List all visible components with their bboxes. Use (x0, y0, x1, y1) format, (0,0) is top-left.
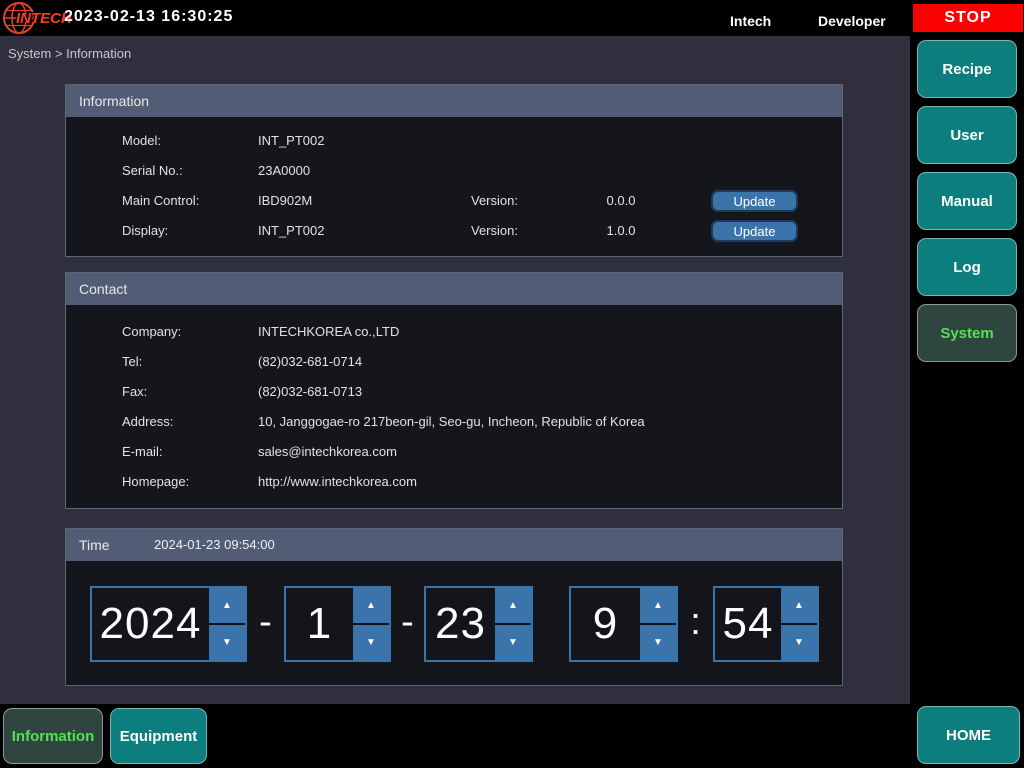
sidebar-item-user[interactable]: User (917, 106, 1017, 164)
hour-up-button[interactable]: ▲ (640, 588, 676, 625)
date-separator: - (247, 586, 284, 662)
tel-label: Tel: (122, 352, 142, 372)
model-value: INT_PT002 (258, 131, 324, 151)
stop-button[interactable]: STOP (913, 4, 1023, 32)
down-arrow-icon: ▼ (366, 637, 376, 648)
display-version-value: 1.0.0 (576, 221, 666, 241)
email-value: sales@intechkorea.com (258, 442, 397, 462)
time-panel-title: Time (79, 537, 110, 553)
up-arrow-icon: ▲ (794, 600, 804, 611)
tab-equipment[interactable]: Equipment (110, 708, 207, 764)
up-arrow-icon: ▲ (653, 600, 663, 611)
up-arrow-icon: ▲ (508, 600, 518, 611)
main-content: System > Information Information Model: … (0, 36, 910, 704)
month-value[interactable]: 1 (286, 588, 353, 660)
up-arrow-icon: ▲ (366, 600, 376, 611)
intech-logo: INTECH (2, 1, 62, 35)
email-label: E-mail: (122, 442, 162, 462)
time-panel: Time 2024-01-23 09:54:00 2024 ▲ ▼ - 1 ▲ … (65, 528, 843, 686)
homepage-value: http://www.intechkorea.com (258, 472, 417, 492)
information-panel-title: Information (79, 93, 149, 109)
tel-value: (82)032-681-0714 (258, 352, 362, 372)
serial-value: 23A0000 (258, 161, 310, 181)
sidebar-item-manual[interactable]: Manual (917, 172, 1017, 230)
month-down-button[interactable]: ▼ (353, 625, 389, 660)
sidebar-item-log[interactable]: Log (917, 238, 1017, 296)
display-value: INT_PT002 (258, 221, 324, 241)
down-arrow-icon: ▼ (653, 637, 663, 648)
month-up-button[interactable]: ▲ (353, 588, 389, 625)
user-name-label: Intech (730, 13, 771, 29)
information-panel: Information Model: INT_PT002 Serial No.:… (65, 84, 843, 257)
address-value: 10, Janggogae-ro 217beon-gil, Seo-gu, In… (258, 412, 645, 432)
fax-value: (82)032-681-0713 (258, 382, 362, 402)
down-arrow-icon: ▼ (794, 637, 804, 648)
month-spinner-buttons: ▲ ▼ (353, 588, 389, 660)
sidebar-item-recipe[interactable]: Recipe (917, 40, 1017, 98)
minute-value[interactable]: 54 (715, 588, 781, 660)
day-up-button[interactable]: ▲ (495, 588, 531, 625)
user-role-label: Developer (818, 13, 886, 29)
year-up-button[interactable]: ▲ (209, 588, 245, 625)
month-spinner: 1 ▲ ▼ (284, 586, 391, 662)
serial-label: Serial No.: (122, 161, 183, 181)
hour-down-button[interactable]: ▼ (640, 625, 676, 660)
company-label: Company: (122, 322, 181, 342)
down-arrow-icon: ▼ (222, 637, 232, 648)
up-arrow-icon: ▲ (222, 600, 232, 611)
main-control-label: Main Control: (122, 191, 199, 211)
minute-spinner-buttons: ▲ ▼ (781, 588, 817, 660)
hour-spinner: 9 ▲ ▼ (569, 586, 678, 662)
minute-down-button[interactable]: ▼ (781, 625, 817, 660)
day-spinner-buttons: ▲ ▼ (495, 588, 531, 660)
homepage-label: Homepage: (122, 472, 189, 492)
contact-panel: Contact Company: INTECHKOREA co.,LTD Tel… (65, 272, 843, 509)
time-separator: : (678, 586, 713, 662)
minute-spinner: 54 ▲ ▼ (713, 586, 819, 662)
day-spinner: 23 ▲ ▼ (424, 586, 533, 662)
main-control-value: IBD902M (258, 191, 312, 211)
minute-up-button[interactable]: ▲ (781, 588, 817, 625)
breadcrumb: System > Information (8, 46, 131, 61)
hour-spinner-buttons: ▲ ▼ (640, 588, 676, 660)
system-datetime: 2023-02-13 16:30:25 (64, 8, 233, 26)
year-down-button[interactable]: ▼ (209, 625, 245, 660)
time-panel-header: Time 2024-01-23 09:54:00 (66, 529, 842, 561)
display-label: Display: (122, 221, 168, 241)
year-spinner: 2024 ▲ ▼ (90, 586, 247, 662)
contact-panel-title: Contact (79, 281, 127, 297)
day-down-button[interactable]: ▼ (495, 625, 531, 660)
address-label: Address: (122, 412, 173, 432)
tab-information[interactable]: Information (3, 708, 103, 764)
contact-panel-header: Contact (66, 273, 842, 305)
company-value: INTECHKOREA co.,LTD (258, 322, 399, 342)
model-label: Model: (122, 131, 161, 151)
display-version-label: Version: (471, 221, 518, 241)
current-time-value: 2024-01-23 09:54:00 (154, 529, 275, 561)
hour-value[interactable]: 9 (571, 588, 640, 660)
fax-label: Fax: (122, 382, 147, 402)
information-panel-header: Information (66, 85, 842, 117)
main-control-version-label: Version: (471, 191, 518, 211)
main-control-version-value: 0.0.0 (576, 191, 666, 211)
main-control-update-button[interactable]: Update (711, 190, 798, 212)
top-bar: INTECH 2023-02-13 16:30:25 Intech Develo… (0, 0, 1024, 36)
display-update-button[interactable]: Update (711, 220, 798, 242)
date-separator: - (391, 586, 424, 662)
sidebar-item-system[interactable]: System (917, 304, 1017, 362)
home-button[interactable]: HOME (917, 706, 1020, 764)
day-value[interactable]: 23 (426, 588, 495, 660)
year-value[interactable]: 2024 (92, 588, 209, 660)
down-arrow-icon: ▼ (508, 637, 518, 648)
year-spinner-buttons: ▲ ▼ (209, 588, 245, 660)
